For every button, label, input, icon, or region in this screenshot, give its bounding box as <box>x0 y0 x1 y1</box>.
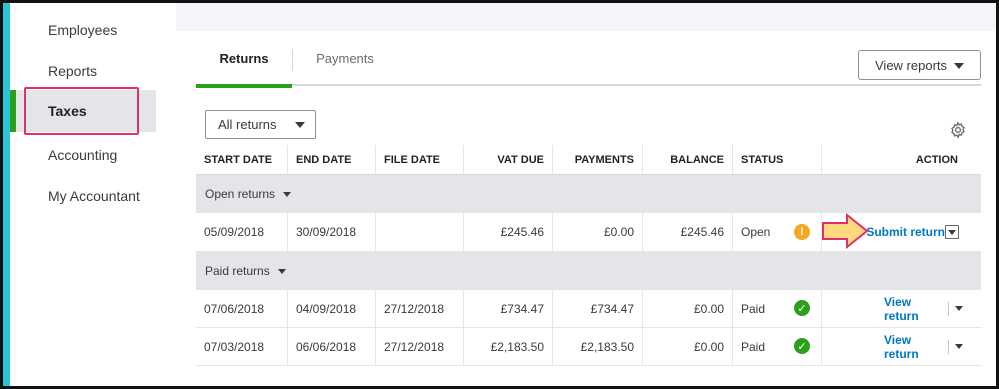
chevron-down-icon <box>948 229 956 235</box>
payments-cell: £0.00 <box>553 213 643 251</box>
view-reports-button[interactable]: View reports <box>858 50 981 80</box>
end-date-cell: 30/09/2018 <box>288 213 376 251</box>
end-date-cell: 04/09/2018 <box>288 290 376 327</box>
filter-value: All returns <box>218 117 277 132</box>
chevron-down-icon <box>283 191 292 197</box>
sidebar-item-employees[interactable]: Employees <box>10 9 156 51</box>
action-dropdown-button[interactable] <box>945 225 959 239</box>
column-header: END DATE <box>288 145 376 174</box>
table-header-row: START DATE END DATE FILE DATE VAT DUE PA… <box>196 145 981 175</box>
start-date-cell: 07/06/2018 <box>196 290 288 327</box>
sidebar-item-label: Taxes <box>48 103 87 119</box>
group-row-paid-returns: Paid returns <box>196 252 981 290</box>
column-header: BALANCE <box>643 145 733 174</box>
sidebar-item-taxes[interactable]: Taxes <box>10 90 156 132</box>
chevron-down-icon <box>954 63 964 69</box>
table-row: 05/09/2018 30/09/2018 £245.46 £0.00 £245… <box>196 213 981 252</box>
balance-cell: £0.00 <box>643 328 733 365</box>
end-date-cell: 06/06/2018 <box>288 328 376 365</box>
chevron-down-icon <box>295 122 305 128</box>
table-row: 07/06/2018 04/09/2018 27/12/2018 £734.47… <box>196 290 981 328</box>
tab-label: Payments <box>316 51 374 66</box>
action-cell: View return <box>876 328 971 365</box>
balance-cell: £245.46 <box>643 213 733 251</box>
column-header: ACTION <box>915 153 958 166</box>
payments-cell: £734.47 <box>553 290 643 327</box>
group-toggle-open-returns[interactable]: Open returns <box>205 175 292 213</box>
main-panel: Returns Payments View reports All return… <box>176 31 996 386</box>
sidebar-item-label: My Accountant <box>48 188 140 204</box>
sidebar-item-reports[interactable]: Reports <box>10 50 156 92</box>
vat-due-cell: £2,183.50 <box>464 328 553 365</box>
returns-filter-select[interactable]: All returns <box>205 110 316 139</box>
column-header: PAYMENTS <box>553 145 643 174</box>
group-label: Paid returns <box>205 264 270 278</box>
file-date-cell: 27/12/2018 <box>376 290 464 327</box>
status-text: Paid <box>741 339 766 354</box>
view-return-link[interactable]: View return <box>884 333 942 361</box>
submit-return-link[interactable]: Submit return <box>866 225 945 239</box>
column-header: START DATE <box>196 145 288 174</box>
file-date-cell: 27/12/2018 <box>376 328 464 365</box>
action-divider <box>948 301 949 316</box>
vat-due-cell: £245.46 <box>464 213 553 251</box>
group-toggle-paid-returns[interactable]: Paid returns <box>205 252 286 290</box>
column-header: FILE DATE <box>376 145 464 174</box>
action-divider <box>948 339 949 354</box>
action-cell: Submit return <box>858 213 953 251</box>
file-date-cell <box>376 213 464 251</box>
view-return-link[interactable]: View return <box>884 295 942 323</box>
view-reports-label: View reports <box>875 57 948 73</box>
left-accent-strip <box>3 3 10 386</box>
table-row: 07/03/2018 06/06/2018 27/12/2018 £2,183.… <box>196 328 981 366</box>
app-frame: Employees Reports Taxes Accounting My Ac… <box>0 0 999 389</box>
start-date-cell: 05/09/2018 <box>196 213 288 251</box>
tab-returns[interactable]: Returns <box>196 31 292 88</box>
balance-cell: £0.00 <box>643 290 733 327</box>
chevron-down-icon[interactable] <box>955 306 963 311</box>
tab-divider <box>292 49 293 71</box>
group-row-open-returns: Open returns <box>196 175 981 213</box>
check-icon: ✓ <box>794 300 810 316</box>
sidebar-item-my-accountant[interactable]: My Accountant <box>10 175 156 217</box>
check-icon: ✓ <box>794 338 810 354</box>
status-text: Paid <box>741 301 766 316</box>
payments-cell: £2,183.50 <box>553 328 643 365</box>
gear-icon[interactable] <box>949 121 967 139</box>
sidebar-item-label: Accounting <box>48 147 118 163</box>
sidebar-item-accounting[interactable]: Accounting <box>10 134 156 176</box>
chevron-down-icon <box>277 268 286 274</box>
status-text: Open <box>741 225 771 239</box>
start-date-cell: 07/03/2018 <box>196 328 288 365</box>
column-header: VAT DUE <box>464 145 553 174</box>
chevron-down-icon[interactable] <box>955 344 963 349</box>
group-label: Open returns <box>205 187 276 201</box>
tab-payments[interactable]: Payments <box>300 31 390 86</box>
sidebar: Employees Reports Taxes Accounting My Ac… <box>10 3 176 386</box>
action-cell: View return <box>876 290 971 327</box>
column-header: STATUS <box>733 145 822 174</box>
returns-table: START DATE END DATE FILE DATE VAT DUE PA… <box>196 145 981 366</box>
tab-label: Returns <box>219 51 269 66</box>
sidebar-item-label: Reports <box>48 63 98 79</box>
vat-due-cell: £734.47 <box>464 290 553 327</box>
sidebar-item-label: Employees <box>48 22 118 38</box>
warning-icon: ! <box>794 224 810 240</box>
